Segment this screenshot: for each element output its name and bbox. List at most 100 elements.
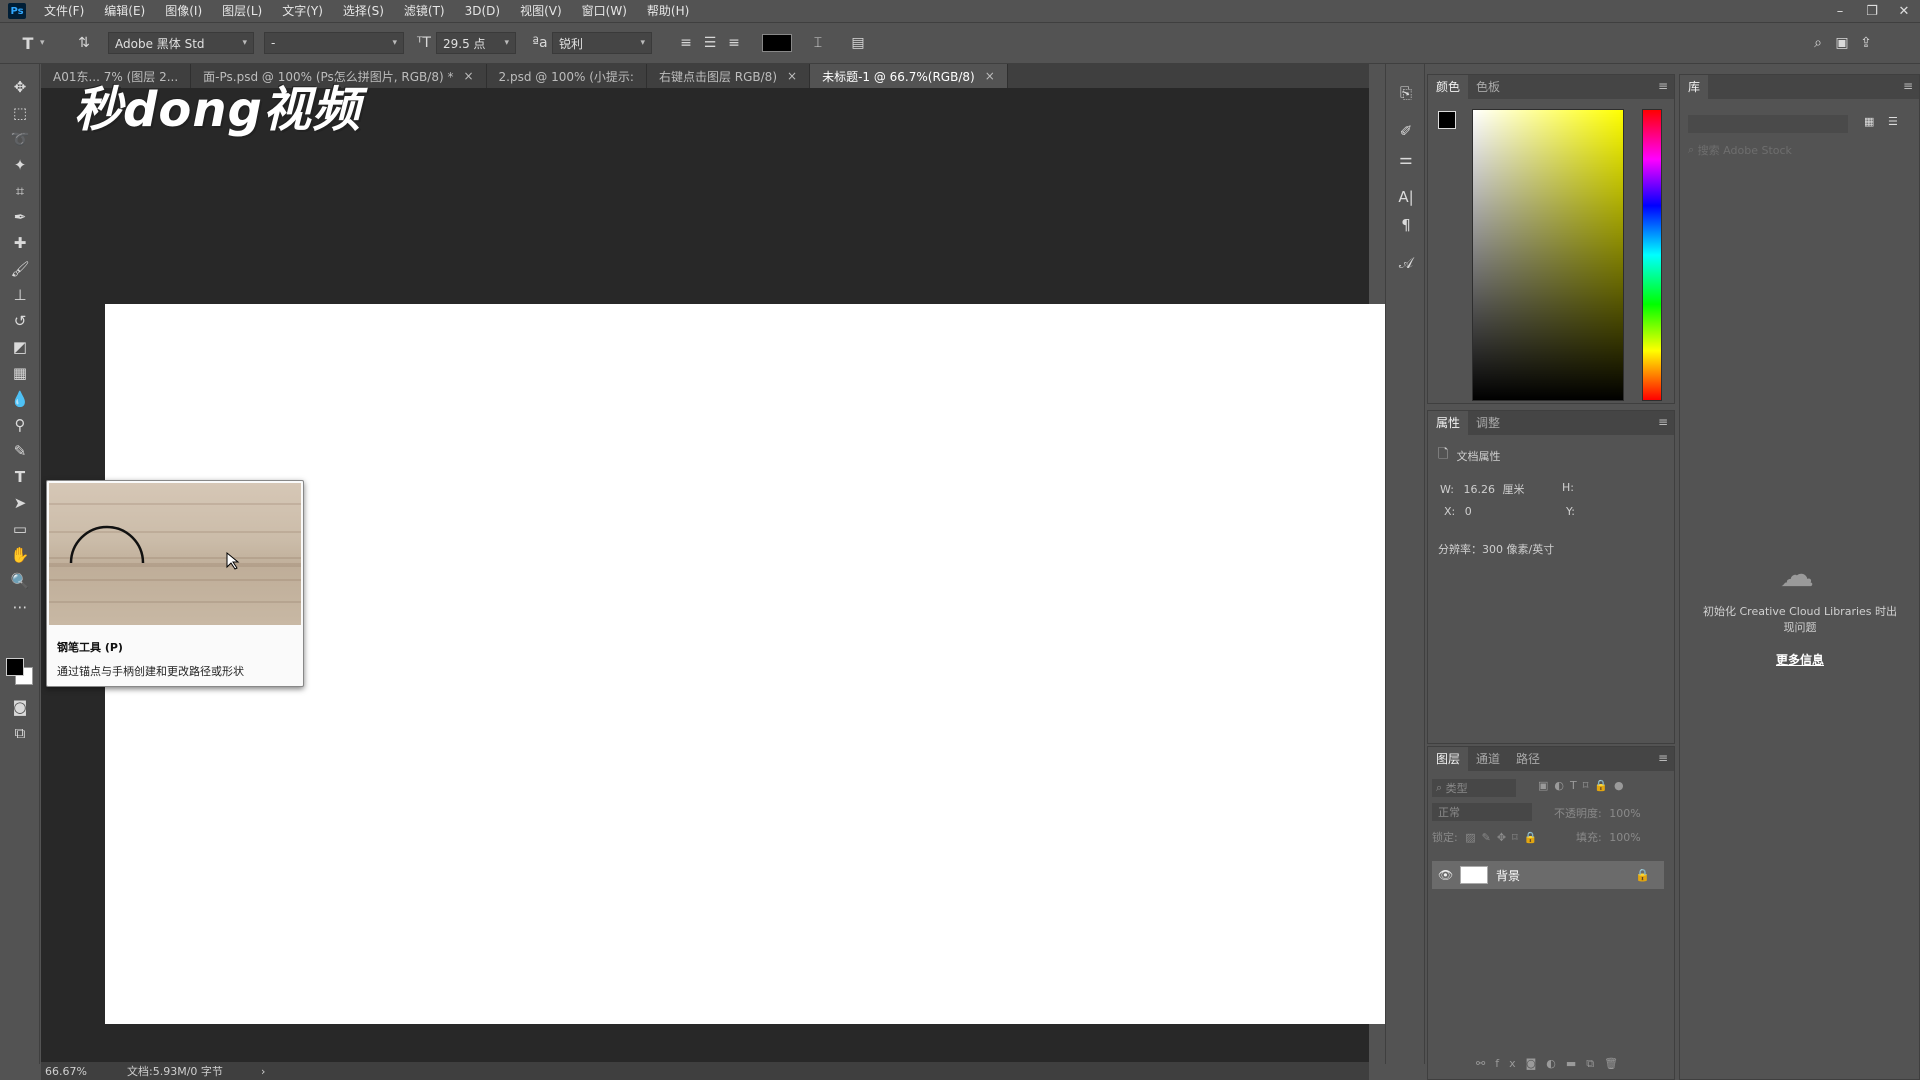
history-brush-tool-icon[interactable]: ↺ — [0, 308, 40, 334]
paragraph-panel-icon[interactable]: ¶ — [1386, 212, 1426, 238]
zoom-level[interactable]: 66.67% — [45, 1065, 117, 1078]
menu-edit[interactable]: 编辑(E) — [94, 0, 155, 22]
clone-stamp-tool-icon[interactable]: ⊥ — [0, 282, 40, 308]
text-orientation-toggle[interactable]: ⇅ — [72, 31, 96, 55]
visibility-eye-icon[interactable]: 👁 — [1438, 868, 1453, 882]
type-tool-icon[interactable]: T — [0, 464, 40, 490]
tab-swatches[interactable]: 色板 — [1468, 75, 1508, 99]
layer-row[interactable]: 👁 背景 🔒 — [1432, 861, 1664, 889]
align-left-icon[interactable]: ≡ — [674, 31, 698, 55]
pen-tool-icon[interactable]: ✎ — [0, 438, 40, 464]
font-family-select[interactable]: Adobe 黑体 Std ▾ — [108, 32, 254, 54]
menu-type[interactable]: 文字(Y) — [272, 0, 333, 22]
menu-select[interactable]: 选择(S) — [333, 0, 394, 22]
brush-tool-icon[interactable]: 🖌 — [0, 256, 40, 282]
path-selection-tool-icon[interactable]: ➤ — [0, 490, 40, 516]
font-size-select[interactable]: 29.5 点 ▾ — [436, 32, 516, 54]
menu-file[interactable]: 文件(F) — [34, 0, 94, 22]
eyedropper-tool-icon[interactable]: ✒ — [0, 204, 40, 230]
restore-icon[interactable]: ❐ — [1856, 0, 1888, 22]
panel-menu-icon[interactable]: ≡ — [1658, 751, 1668, 765]
panel-menu-icon[interactable]: ≡ — [1658, 79, 1668, 93]
font-style-select[interactable]: - ▾ — [264, 32, 404, 54]
tab-properties[interactable]: 属性 — [1428, 411, 1469, 435]
doc-tab-active[interactable]: 未标题-1 @ 66.7%(RGB/8) × — [810, 64, 1008, 88]
hand-tool-icon[interactable]: ✋ — [0, 542, 40, 568]
share-icon[interactable]: ⇪ — [1854, 31, 1878, 55]
menu-3d[interactable]: 3D(D) — [455, 0, 510, 22]
workspace-icon[interactable]: ▣ — [1830, 31, 1854, 55]
blend-mode-select[interactable]: 正常 — [1432, 803, 1532, 821]
blur-tool-icon[interactable]: 💧 — [0, 386, 40, 412]
quick-mask-icon[interactable]: ◙ — [0, 694, 40, 720]
warp-text-icon[interactable]: ⌶ — [806, 31, 830, 55]
close-tab-icon[interactable]: × — [985, 69, 995, 83]
layer-name[interactable]: 背景 — [1496, 867, 1520, 884]
menu-window[interactable]: 窗口(W) — [572, 0, 637, 22]
color-swatches[interactable] — [6, 658, 34, 686]
tab-adjustments[interactable]: 调整 — [1468, 411, 1508, 435]
text-color-swatch[interactable] — [762, 34, 792, 52]
menu-filter[interactable]: 滤镜(T) — [394, 0, 455, 22]
close-tab-icon[interactable]: × — [787, 69, 797, 83]
color-fg-swatch[interactable] — [1438, 111, 1456, 129]
layer-filter-icons[interactable]: ▣◐T⌑🔒● — [1538, 779, 1630, 792]
menu-image[interactable]: 图像(I) — [155, 0, 212, 22]
character-panel-icon[interactable]: A| — [1386, 184, 1426, 210]
minimize-icon[interactable]: – — [1824, 0, 1856, 22]
antialias-select[interactable]: 锐利 ▾ — [552, 32, 652, 54]
x-value[interactable]: 0 — [1465, 505, 1472, 518]
rectangle-tool-icon[interactable]: ▭ — [0, 516, 40, 542]
align-right-icon[interactable]: ≡ — [722, 31, 746, 55]
stock-search-input[interactable]: 搜索 Adobe Stock — [1698, 142, 1792, 158]
marquee-tool-icon[interactable]: ⬚ — [0, 100, 40, 126]
gradient-tool-icon[interactable]: ▦ — [0, 360, 40, 386]
doc-tab[interactable]: 右键点击图层 RGB/8) × — [646, 64, 811, 88]
opacity-value[interactable]: 100% — [1609, 807, 1640, 820]
hue-slider[interactable] — [1642, 109, 1662, 401]
character-panel-icon[interactable]: ▤ — [846, 31, 870, 55]
healing-brush-tool-icon[interactable]: ✚ — [0, 230, 40, 256]
library-select[interactable] — [1688, 115, 1848, 133]
layers-footer-icons[interactable]: ⚯fx◙◐▬⧉🗑 — [1476, 1057, 1628, 1071]
zoom-tool-icon[interactable]: 🔍 — [0, 568, 40, 594]
width-value[interactable]: 16.26 — [1463, 483, 1495, 496]
magic-wand-tool-icon[interactable]: ✦ — [0, 152, 40, 178]
tab-paths[interactable]: 路径 — [1508, 747, 1548, 771]
list-view-icon[interactable]: ☰ — [1888, 115, 1898, 128]
grid-view-icon[interactable]: ▦ — [1864, 115, 1874, 128]
color-picker-field[interactable] — [1472, 109, 1624, 401]
align-center-icon[interactable]: ☰ — [698, 31, 722, 55]
type-tool-preset[interactable]: T ▾ — [16, 31, 45, 55]
tab-libraries[interactable]: 库 — [1680, 75, 1709, 99]
menu-view[interactable]: 视图(V) — [510, 0, 572, 22]
close-window-icon[interactable]: ✕ — [1888, 0, 1920, 22]
doc-tab[interactable]: 2.psd @ 100% (小提示: — [486, 64, 647, 88]
menu-layer[interactable]: 图层(L) — [212, 0, 272, 22]
eraser-tool-icon[interactable]: ◩ — [0, 334, 40, 360]
adjust-panel-icon[interactable]: ⚌ — [1386, 146, 1426, 172]
lasso-tool-icon[interactable]: ➰ — [0, 126, 40, 152]
tab-channels[interactable]: 通道 — [1468, 747, 1508, 771]
glyphs-panel-icon[interactable]: 𝒜 — [1386, 250, 1426, 276]
dodge-tool-icon[interactable]: ⚲ — [0, 412, 40, 438]
panel-menu-icon[interactable]: ≡ — [1658, 415, 1668, 429]
move-tool-icon[interactable]: ✥ — [0, 74, 40, 100]
fill-value[interactable]: 100% — [1609, 831, 1640, 844]
panel-menu-icon[interactable]: ≡ — [1903, 79, 1913, 93]
crop-tool-icon[interactable]: ⌗ — [0, 178, 40, 204]
close-tab-icon[interactable]: × — [463, 69, 473, 83]
history-panel-icon[interactable]: ⎘ — [1386, 80, 1426, 106]
tab-color[interactable]: 颜色 — [1428, 75, 1469, 99]
screen-mode-icon[interactable]: ⧉ — [0, 720, 40, 746]
status-arrow-icon[interactable]: › — [261, 1065, 265, 1078]
brush-panel-icon[interactable]: ✐ — [1386, 118, 1426, 144]
menu-help[interactable]: 帮助(H) — [637, 0, 699, 22]
tab-layers[interactable]: 图层 — [1428, 747, 1469, 771]
search-icon[interactable]: ⌕ — [1806, 31, 1830, 55]
layer-filter-select[interactable]: ⌕ 类型 — [1432, 779, 1516, 797]
more-tools-icon[interactable]: ⋯ — [0, 594, 40, 620]
foreground-color-swatch[interactable] — [6, 658, 24, 676]
more-info-link[interactable]: 更多信息 — [1700, 651, 1900, 668]
lock-icons[interactable]: ▨✎✥⌑🔒 — [1465, 831, 1543, 844]
